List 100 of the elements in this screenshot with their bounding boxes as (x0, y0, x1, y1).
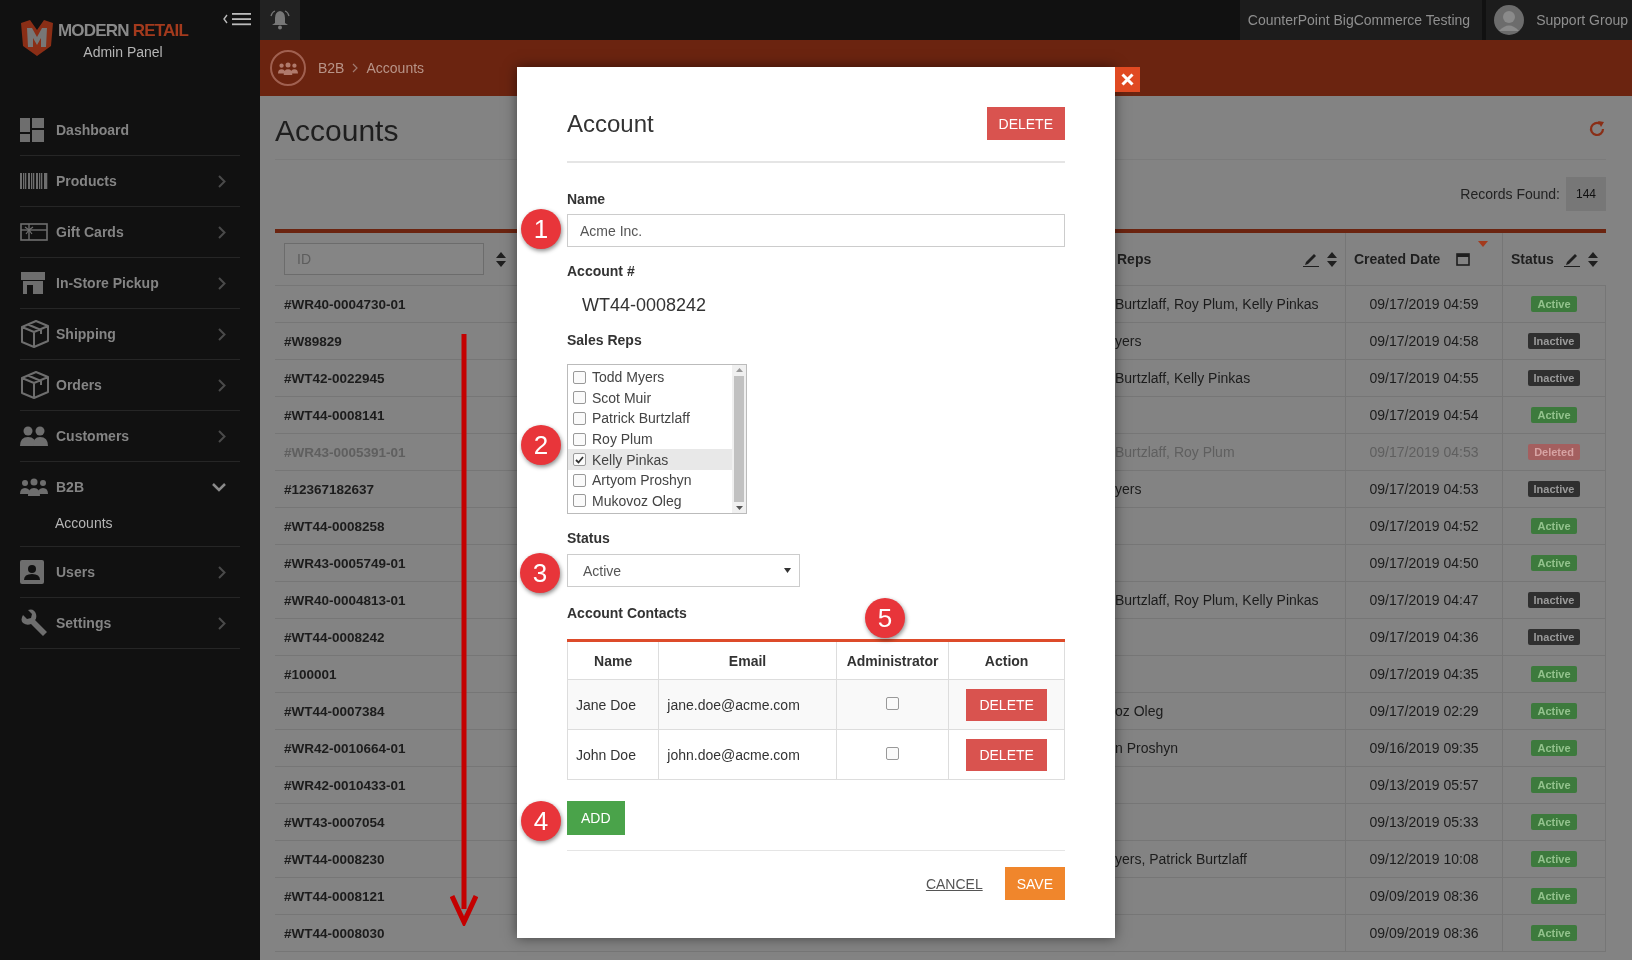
table-cell-text: #WT44-0007384 (283, 702, 386, 721)
rep-option[interactable]: Todd Myers (568, 367, 732, 388)
sidebar-item[interactable]: Gift Cards (20, 207, 240, 257)
column-header[interactable]: Status (1511, 251, 1556, 267)
table-cell: 09/13/2019 05:57 (1345, 767, 1502, 803)
avatar-icon (1494, 5, 1525, 35)
sidebar-item[interactable]: Dashboard (20, 105, 240, 155)
box-icon (20, 319, 50, 349)
status-badge: Active (1531, 666, 1577, 682)
table-cell: 09/17/2019 04:36 (1345, 619, 1502, 655)
sort-icon[interactable] (1327, 250, 1337, 268)
table-cell: 09/17/2019 02:29 (1345, 693, 1502, 729)
status-badge: Active (1531, 518, 1577, 534)
notifications-button[interactable] (260, 0, 300, 40)
table-cell-text: yers, Patrick Burtzlaff (1115, 850, 1248, 869)
shield-logo-icon (20, 20, 54, 56)
checkbox[interactable] (886, 746, 899, 760)
table-cell-text: #WR40-0004813-01 (283, 591, 407, 610)
table-cell: 09/17/2019 04:35 (1345, 656, 1502, 692)
column-header[interactable]: Created Date (1354, 251, 1441, 267)
close-button[interactable] (1115, 67, 1140, 92)
collapse-menu-button[interactable] (222, 12, 252, 26)
bell-icon (270, 10, 290, 30)
add-button[interactable]: ADD (567, 801, 625, 835)
rep-option[interactable]: Artyom Proshyn (568, 469, 732, 491)
people-icon (20, 426, 48, 446)
checkbox[interactable] (573, 432, 586, 446)
save-button[interactable]: SAVE (1004, 867, 1065, 900)
delete-button[interactable]: DELETE (966, 688, 1047, 721)
calendar-icon[interactable] (1456, 252, 1471, 266)
rep-option[interactable]: Patrick Burtzlaff (568, 408, 732, 429)
status-badge: Inactive (1527, 370, 1581, 386)
table-cell-text: #WT43-0007054 (283, 813, 386, 832)
scrollbar[interactable] (732, 365, 746, 513)
rep-option[interactable]: Roy Plum (568, 428, 732, 450)
column-header: Action (948, 640, 1065, 680)
store-selector[interactable]: CounterPoint BigCommerce Testing (1239, 0, 1483, 40)
table-cell-text: #WT44-0008258 (283, 517, 386, 536)
user-menu[interactable]: Support Group (1486, 0, 1632, 40)
table-cell-text: yers (1115, 480, 1143, 499)
status-badge: Inactive (1527, 333, 1581, 349)
breadcrumb-link[interactable]: Accounts (366, 60, 425, 76)
pencil-icon[interactable] (1303, 251, 1319, 267)
table-cell: jane.doe@acme.com (658, 679, 837, 730)
delete-button[interactable]: DELETE (966, 738, 1047, 771)
status-badge: Active (1531, 925, 1577, 941)
sort-descending-icon[interactable] (1478, 241, 1489, 247)
refresh-icon[interactable] (1588, 119, 1606, 138)
column-header[interactable]: Reps (1117, 251, 1295, 267)
sidebar-item[interactable]: Customers (20, 411, 240, 461)
table-cell: 09/16/2019 09:35 (1345, 730, 1502, 766)
checkbox[interactable] (573, 494, 586, 508)
name-field[interactable]: Acme Inc. (567, 214, 1065, 247)
sidebar-item[interactable]: Users (20, 547, 240, 597)
sort-icon[interactable] (496, 250, 506, 268)
sidebar-item[interactable]: Orders (20, 360, 240, 410)
checkbox[interactable] (573, 473, 586, 487)
chevron-right-icon (352, 63, 359, 73)
sidebar-item[interactable]: In-Store Pickup (20, 258, 240, 308)
table-cell-text: Burtzlaff, Roy Plum, Kelly Pinkas (1115, 591, 1320, 610)
rep-option[interactable]: Kelly Pinkas (568, 449, 732, 470)
table-cell: John Doe (567, 729, 659, 780)
scroll-down-icon[interactable] (735, 506, 743, 510)
pencil-icon[interactable] (1564, 251, 1580, 267)
sidebar-item[interactable]: Products (20, 156, 240, 206)
status-badge: Active (1531, 740, 1577, 756)
checkbox[interactable] (573, 412, 586, 425)
breadcrumb-link[interactable]: B2B (318, 60, 345, 76)
status-select[interactable]: Active (567, 554, 800, 587)
checkbox[interactable] (573, 453, 586, 467)
table-cell: 09/09/2019 08:36 (1345, 878, 1502, 914)
sidebar-subitem[interactable]: Accounts (55, 512, 113, 534)
sidebar-item[interactable]: B2B (20, 462, 240, 512)
checkbox[interactable] (573, 391, 586, 405)
checkbox[interactable] (573, 370, 586, 384)
sidebar-item[interactable]: Settings (20, 598, 240, 648)
status-badge: Inactive (1527, 592, 1581, 608)
column-header: Administrator (836, 640, 949, 680)
status-badge: Active (1531, 851, 1577, 867)
checkbox[interactable] (886, 696, 899, 710)
sidebar-item[interactable]: Shipping (20, 309, 240, 359)
table-cell-text: n Proshyn (1115, 739, 1180, 758)
delete-button[interactable]: DELETE (986, 107, 1065, 140)
scroll-up-icon[interactable] (735, 368, 743, 372)
table-cell-text: #WT42-0022945 (283, 369, 386, 388)
table-cell: 09/17/2019 04:50 (1345, 545, 1502, 581)
records-found-label: Records Found: (1460, 186, 1560, 202)
rep-option[interactable]: Scot Muir (568, 387, 732, 409)
sort-icon[interactable] (1588, 250, 1598, 268)
table-cell: 09/17/2019 04:53 (1345, 471, 1502, 507)
table-cell-text: #WT44-0008141 (283, 406, 386, 425)
cancel-link[interactable]: CANCEL (925, 875, 983, 892)
status-badge: Deleted (1528, 444, 1580, 460)
status-badge: Active (1531, 703, 1577, 719)
status-badge: Active (1531, 296, 1577, 312)
status-badge: Inactive (1527, 481, 1581, 497)
status-badge: Active (1531, 407, 1577, 423)
rep-option[interactable]: Mukovoz Oleg (568, 490, 732, 512)
column-header: Name (567, 640, 659, 680)
field-label: Account # (567, 263, 635, 280)
